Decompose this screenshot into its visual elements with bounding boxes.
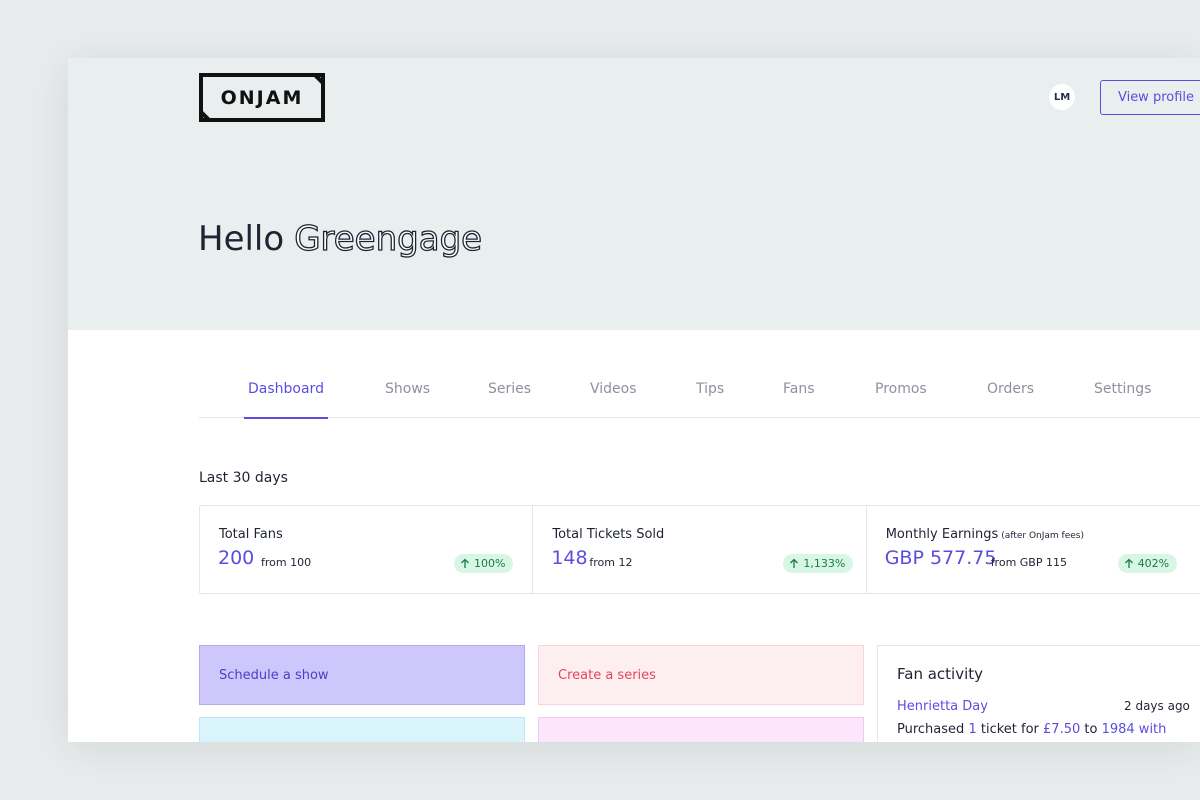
stat-change-value: 402% xyxy=(1137,557,1170,570)
view-profile-button[interactable]: View profile xyxy=(1100,80,1200,115)
stat-change-badge: 100% xyxy=(454,554,514,573)
tab-orders[interactable]: Orders xyxy=(987,381,1034,418)
stat-value: GBP 577.75 xyxy=(884,547,997,569)
period-label: Last 30 days xyxy=(199,470,288,486)
stat-title-text: Total Fans xyxy=(219,527,283,542)
stat-from: from 12 xyxy=(589,556,633,569)
stat-value: 148 xyxy=(551,547,588,569)
action-card-3[interactable] xyxy=(199,717,525,742)
fan-activity-description: Purchased 1 ticket for £7.50 to 1984 wit… xyxy=(897,722,1166,737)
logo-text: ONJAM xyxy=(220,86,304,109)
fan-activity-time: 2 days ago xyxy=(1124,699,1190,713)
stat-change-value: 100% xyxy=(474,557,506,570)
onjam-logo[interactable]: ONJAM xyxy=(199,73,325,122)
fan-name-link[interactable]: Henrietta Day xyxy=(897,699,988,714)
tab-promos[interactable]: Promos xyxy=(875,381,927,418)
action-label: Schedule a show xyxy=(219,667,329,683)
stat-from: from GBP 115 xyxy=(990,556,1067,569)
tab-series[interactable]: Series xyxy=(488,381,531,418)
arrow-up-icon xyxy=(461,558,469,568)
stat-change-value: 1,133% xyxy=(803,557,846,570)
stat-title: Total Tickets Sold xyxy=(552,527,664,542)
desc-show-link[interactable]: 1984 with xyxy=(1102,722,1167,737)
desc-text: Purchased xyxy=(897,722,965,737)
stat-title-note: (after OnJam fees) xyxy=(1001,531,1084,541)
hero-header: ONJAM LM View profile Hello Greengage xyxy=(68,58,1200,330)
stat-title: Monthly Earnings (after OnJam fees) xyxy=(886,527,1084,542)
fan-activity-title: Fan activity xyxy=(897,665,984,683)
tab-fans[interactable]: Fans xyxy=(783,381,815,418)
action-card-4[interactable] xyxy=(538,717,864,742)
tab-tips[interactable]: Tips xyxy=(696,381,724,418)
page-background: ONJAM LM View profile Hello Greengage Das… xyxy=(0,0,1200,800)
fan-activity-panel: Fan activity Henrietta Day 2 days ago Pu… xyxy=(877,645,1200,742)
stat-value: 200 xyxy=(218,547,255,569)
stat-monthly-earnings: Monthly Earnings (after OnJam fees) GBP 5… xyxy=(867,506,1200,593)
stat-total-fans: Total Fans 200 from 100 100% xyxy=(200,506,534,593)
stat-from: from 100 xyxy=(261,556,312,569)
tab-shows[interactable]: Shows xyxy=(385,381,430,418)
page-greeting: Hello Greengage xyxy=(198,216,483,262)
app-window: ONJAM LM View profile Hello Greengage Das… xyxy=(68,58,1200,742)
desc-price: £7.50 xyxy=(1043,722,1081,737)
stats-row: Total Fans 200 from 100 100% Total Ticke… xyxy=(199,505,1200,594)
stat-change-badge: 402% xyxy=(1117,554,1178,573)
arrow-up-icon xyxy=(790,558,799,568)
stat-total-tickets: Total Tickets Sold 148 from 12 1,133% xyxy=(533,506,867,593)
arrow-up-icon xyxy=(1124,558,1133,568)
tab-videos[interactable]: Videos xyxy=(590,381,637,418)
stat-title: Total Fans xyxy=(219,527,283,542)
desc-qty: 1 xyxy=(968,722,977,737)
desc-text: to xyxy=(1084,722,1098,737)
greeting-hello: Hello xyxy=(198,219,285,259)
stat-change-badge: 1,133% xyxy=(783,554,854,573)
user-avatar[interactable]: LM xyxy=(1049,84,1075,110)
main-tabs: Dashboard Shows Series Videos Tips Fans … xyxy=(199,371,1200,419)
tab-settings[interactable]: Settings xyxy=(1094,381,1151,418)
create-series-button[interactable]: Create a series xyxy=(538,645,864,705)
greeting-name: Greengage xyxy=(294,218,483,259)
action-label: Create a series xyxy=(558,667,656,683)
stat-title-text: Monthly Earnings xyxy=(885,527,999,542)
tab-dashboard[interactable]: Dashboard xyxy=(244,381,328,419)
stat-title-text: Total Tickets Sold xyxy=(552,527,665,542)
schedule-show-button[interactable]: Schedule a show xyxy=(199,645,525,705)
desc-text: ticket for xyxy=(980,722,1039,737)
